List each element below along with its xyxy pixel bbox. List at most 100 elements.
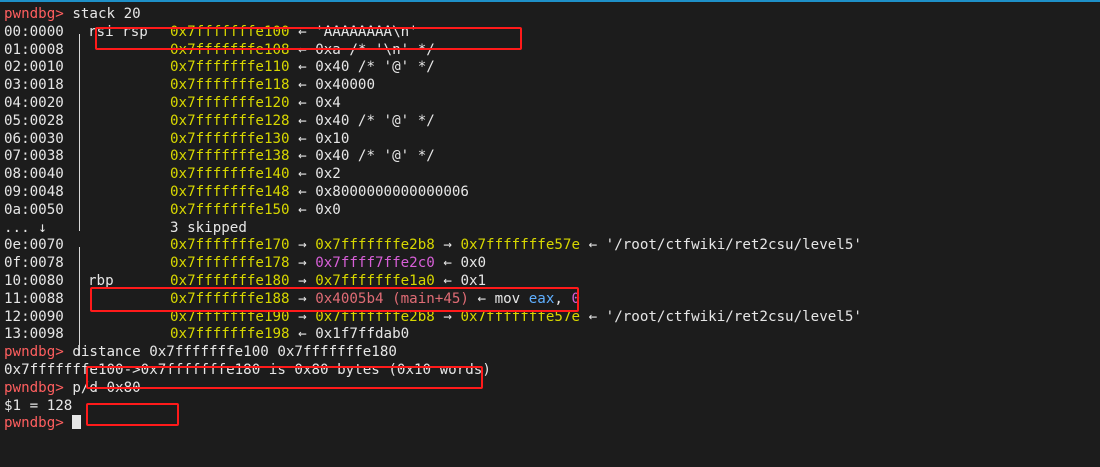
stack-row: 09:0048 0x7fffffffe148 ← 0x80000000000000… <box>4 183 1100 213</box>
stack-address: 0x7fffffffe180 <box>170 272 290 289</box>
stack-row: 0a:0050 0x7fffffffe150 ← 0x0 <box>4 201 1100 231</box>
command-line-stack: pwndbg> stack 20 <box>4 6 1100 24</box>
stack-value: eax <box>528 290 555 307</box>
pointer-arrow: → <box>434 308 461 325</box>
stack-address: 0x7fffffffe118 <box>170 77 290 94</box>
pointer-arrow: ← <box>580 237 606 254</box>
stack-offset: 12:0090 <box>4 308 64 325</box>
pointer-arrow: → <box>289 237 316 254</box>
pointer-arrow <box>520 291 529 307</box>
stack-address: 0x7fffffffe100 <box>170 23 290 40</box>
pointer-arrow: → <box>289 308 316 325</box>
stack-row: 06:0030 0x7fffffffe130 ← 0x10 <box>4 130 1100 160</box>
stack-offset: 06:0030 <box>4 130 64 147</box>
stack-row: 0e:0070 0x7fffffffe170 → 0x7fffffffe2b8 →… <box>4 237 1100 267</box>
pointer-arrow: ← <box>289 201 316 218</box>
pointer-arrow: ← <box>289 166 316 183</box>
stack-value: mov <box>494 290 521 307</box>
terminal-window[interactable]: pwndbg> stack 20 00:0000 rsi rsp 0x7ffffff… <box>0 0 1100 467</box>
stack-row: 13:0098 0x7fffffffe198 ← 0x1f7ffdab0 <box>4 326 1100 356</box>
stack-row: 02:0010 0x7fffffffe110 ← 0x40 /* '@' */ <box>4 59 1100 89</box>
stack-row: 11:0088 0x7fffffffe188 → 0x4005b4 (main+4… <box>4 290 1100 320</box>
stack-value: 0x7fffffffe2b8 <box>315 237 435 254</box>
stack-value: 0x7fffffffe2b8 <box>315 308 435 325</box>
stack-row: 12:0090 0x7fffffffe190 → 0x7fffffffe2b8 →… <box>4 308 1100 338</box>
print-output: $1 = 128 <box>4 397 73 414</box>
pointer-arrow: ← <box>289 41 316 58</box>
command-line-current[interactable]: pwndbg> <box>4 415 1100 433</box>
stack-value: 0x0 <box>460 255 487 272</box>
skipped-text: 3 skipped <box>170 219 247 236</box>
stack-address: 0x7fffffffe120 <box>170 94 290 111</box>
stack-row: 00:0000 rsi rsp 0x7fffffffe100 ← 'AAAAAAAA… <box>4 23 1100 53</box>
register-label: rsi rsp <box>88 23 148 40</box>
stack-row: 01:0008 0x7fffffffe108 ← 0xa /* '\n' */ <box>4 41 1100 71</box>
stack-offset: 13:0098 <box>4 326 64 343</box>
stack-value: 0xa /* '\n' */ <box>315 41 435 58</box>
stack-value: 0x40 /* '@' */ <box>315 112 435 129</box>
prompt: pwndbg> <box>4 6 64 22</box>
stack-address: 0x7fffffffe140 <box>170 166 290 183</box>
stack-address: 0x7fffffffe138 <box>170 148 290 165</box>
stack-row: 08:0040 0x7fffffffe140 ← 0x2 <box>4 166 1100 196</box>
stack-offset: 04:0020 <box>4 94 64 111</box>
stack-row: 03:0018 0x7fffffffe118 ← 0x40000 <box>4 77 1100 107</box>
stack-value: 0x8000000000000006 <box>315 183 469 200</box>
pointer-arrow: ← <box>289 77 316 94</box>
command-text: stack 20 <box>72 6 141 22</box>
skipped-line: ... ↓ 3 skipped <box>4 220 1100 238</box>
stack-row: 0f:0078 0x7fffffffe178 → 0x7ffff7ffe2c0 ←… <box>4 255 1100 285</box>
stack-offset: 00:0000 <box>4 23 64 40</box>
pointer-arrow: → <box>434 237 461 254</box>
stack-value: 0x40 /* '@' */ <box>315 59 435 76</box>
stack-offset: 05:0028 <box>4 112 64 129</box>
pointer-arrow: ← <box>434 255 461 272</box>
pointer-arrow: , <box>554 290 572 307</box>
pointer-arrow: ← <box>434 272 461 289</box>
stack-address: 0x7fffffffe128 <box>170 112 290 129</box>
stack-offset: 0a:0050 <box>4 201 64 218</box>
stack-address: 0x7fffffffe130 <box>170 130 290 147</box>
stack-address: 0x7fffffffe190 <box>170 308 290 325</box>
stack-offset: 0e:0070 <box>4 237 64 254</box>
stack-value: 0x0 <box>315 201 341 218</box>
terminal-cursor <box>72 415 82 430</box>
pointer-arrow: → <box>289 255 316 272</box>
stack-offset: 11:0088 <box>4 290 64 307</box>
pointer-arrow: → <box>289 290 316 307</box>
register-label: rbp <box>88 272 114 289</box>
distance-output: 0x7fffffffe100->0x7fffffffe180 is 0x80 b… <box>4 361 491 378</box>
prompt: pwndbg> <box>4 344 64 361</box>
stack-offset: 02:0010 <box>4 59 64 76</box>
stack-address: 0x7fffffffe188 <box>170 290 290 307</box>
stack-value: 0x40000 <box>315 77 376 94</box>
stack-address: 0x7fffffffe110 <box>170 59 290 76</box>
pointer-arrow: ← <box>289 23 316 40</box>
stack-value: 0x1f7ffdab0 <box>315 326 410 343</box>
stack-value: 0x7fffffffe1a0 <box>315 272 435 289</box>
stack-value: '/root/ctfwiki/ret2csu/level5' <box>605 237 862 254</box>
stack-address: 0x7fffffffe198 <box>170 326 290 343</box>
stack-value: 0x7fffffffe57e <box>460 308 581 325</box>
stack-offset: 10:0080 <box>4 272 64 289</box>
command-text: distance 0x7fffffffe100 0x7fffffffe180 <box>72 344 397 361</box>
stack-value: 0x4 <box>315 94 341 111</box>
stack-offset: 09:0048 <box>4 183 64 200</box>
stack-address: 0x7fffffffe108 <box>170 41 290 58</box>
pointer-arrow: ← <box>289 59 316 76</box>
stack-offset: 0f:0078 <box>4 255 64 272</box>
stack-value: 0x1 <box>460 272 487 289</box>
pointer-arrow: ← <box>289 183 316 200</box>
pointer-arrow: ← <box>289 94 316 111</box>
pointer-arrow: ← <box>289 112 316 129</box>
skipped-marker: ... ↓ <box>4 219 47 236</box>
stack-offset: 07:0038 <box>4 148 64 165</box>
stack-value: 0x4005b4 (main+45) <box>315 290 469 307</box>
stack-value: 0x2 <box>315 166 341 183</box>
stack-value: 0 <box>571 290 581 307</box>
stack-address: 0x7fffffffe148 <box>170 183 290 200</box>
stack-offset: 08:0040 <box>4 166 64 183</box>
command-line-distance: pwndbg> distance 0x7fffffffe100 0x7fffff… <box>4 344 1100 362</box>
pointer-arrow: → <box>289 272 316 289</box>
stack-offset: 01:0008 <box>4 41 64 58</box>
